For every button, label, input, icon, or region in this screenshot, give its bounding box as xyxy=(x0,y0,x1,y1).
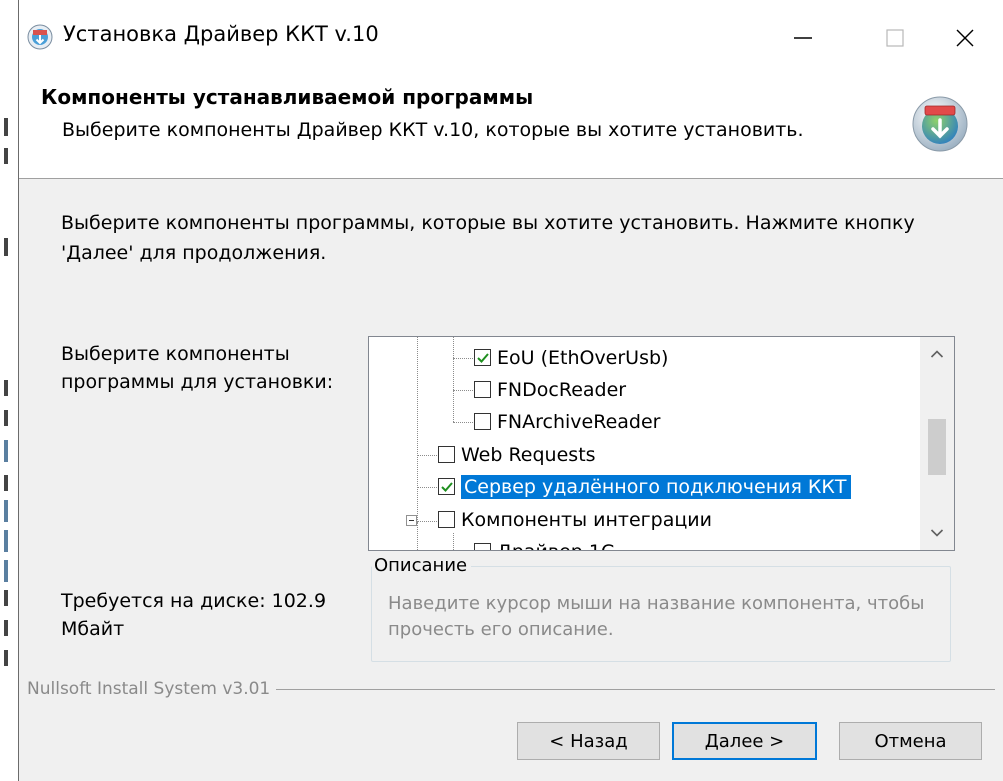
window-title: Установка Драйвер ККТ v.10 xyxy=(63,22,379,46)
checkbox-eou[interactable] xyxy=(474,349,491,366)
checkmark-icon xyxy=(477,353,489,363)
description-group: Описание Наведите курсор мыши на названи… xyxy=(371,555,951,662)
tree-item-driver-1c[interactable]: Драйвер 1С xyxy=(497,540,614,550)
installer-window: Установка Драйвер ККТ v.10 Компоненты ус… xyxy=(18,0,1003,781)
branding-text: Nullsoft Install System v3.01 xyxy=(27,679,277,699)
chevron-down-icon xyxy=(930,529,944,537)
title-bar[interactable]: Установка Драйвер ККТ v.10 xyxy=(19,0,1003,76)
branding-line: Nullsoft Install System v3.01 xyxy=(27,679,995,699)
collapse-toggle-icon[interactable] xyxy=(406,515,417,526)
install-disk-icon xyxy=(912,96,968,152)
tree-item-fndocreader[interactable]: FNDocReader xyxy=(497,378,626,402)
tree-item-fnarchivereader[interactable]: FNArchiveReader xyxy=(497,410,660,434)
intro-text: Выберите компоненты программы, которые в… xyxy=(61,212,915,264)
components-tree[interactable]: EoU (EthOverUsb) FNDocReader FNArchiveRe… xyxy=(368,336,955,551)
scroll-up-button[interactable] xyxy=(920,337,954,371)
checkbox-web-requests[interactable] xyxy=(438,446,455,463)
checkbox-remote-server[interactable] xyxy=(438,478,455,495)
page-title: Компоненты устанавливаемой программы xyxy=(41,85,534,109)
components-label: Выберите компоненты программы для устано… xyxy=(61,343,334,393)
maximize-icon xyxy=(886,29,904,47)
tree-item-web-requests[interactable]: Web Requests xyxy=(461,443,596,467)
description-text: Наведите курсор мыши на название компоне… xyxy=(388,593,925,640)
scroll-thumb[interactable] xyxy=(928,419,946,475)
description-legend: Описание xyxy=(372,555,472,576)
back-button[interactable]: < Назад xyxy=(517,722,660,760)
disk-space-label: Требуется на диске: 102.9 Мбайт xyxy=(61,590,327,640)
close-icon xyxy=(956,29,974,47)
checkbox-fnarchivereader[interactable] xyxy=(474,413,491,430)
cancel-button[interactable]: Отмена xyxy=(839,722,982,760)
tree-item-remote-server[interactable]: Сервер удалённого подключения ККТ xyxy=(461,475,851,499)
minimize-icon xyxy=(794,37,812,39)
tree-scrollbar[interactable] xyxy=(920,337,954,550)
tree-content: EoU (EthOverUsb) FNDocReader FNArchiveRe… xyxy=(369,337,919,550)
checkbox-driver-1c[interactable] xyxy=(474,543,491,550)
checkbox-fndocreader[interactable] xyxy=(474,381,491,398)
page-subtitle: Выберите компоненты Драйвер ККТ v.10, ко… xyxy=(62,119,804,141)
checkbox-integration[interactable] xyxy=(438,511,455,528)
close-button[interactable] xyxy=(919,0,1003,76)
chevron-up-icon xyxy=(930,350,944,358)
installer-icon xyxy=(27,24,53,50)
page-header: Компоненты устанавливаемой программы Выб… xyxy=(19,76,1003,179)
checkmark-icon xyxy=(441,482,453,492)
next-button[interactable]: Далее > xyxy=(672,722,817,760)
scroll-down-button[interactable] xyxy=(920,516,954,550)
tree-item-eou[interactable]: EoU (EthOverUsb) xyxy=(497,346,668,370)
minimize-button[interactable] xyxy=(757,0,849,76)
tree-item-integration[interactable]: Компоненты интеграции xyxy=(461,508,712,532)
background-strip xyxy=(0,0,18,781)
